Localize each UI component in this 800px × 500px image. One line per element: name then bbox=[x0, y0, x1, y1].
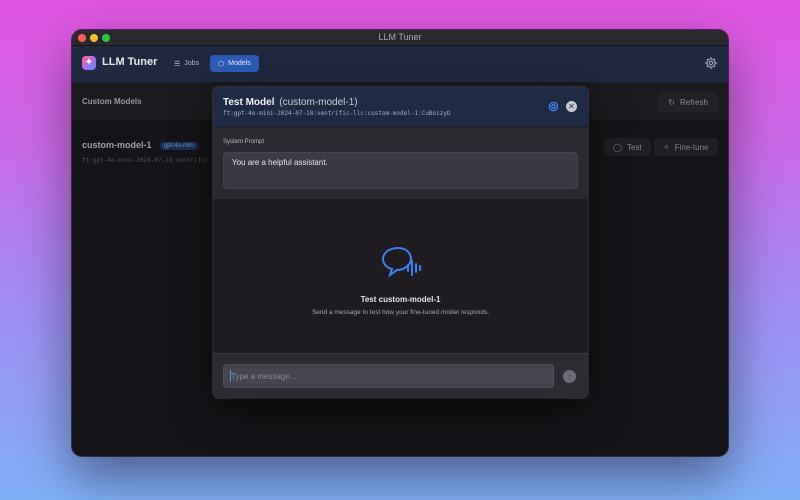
dialog-title-text: Test Model bbox=[223, 97, 275, 108]
nav-models-label: Models bbox=[228, 60, 251, 67]
message-input[interactable] bbox=[223, 364, 554, 388]
dialog-header: Test Model (custom-model-1) ft:gpt-4o-mi… bbox=[213, 87, 588, 127]
test-model-dialog: Test Model (custom-model-1) ft:gpt-4o-mi… bbox=[213, 87, 588, 398]
send-button[interactable]: ↑ bbox=[563, 370, 576, 383]
text-caret bbox=[230, 370, 231, 382]
cube-icon: ⬡ bbox=[218, 60, 225, 68]
dialog-settings-icon[interactable] bbox=[548, 101, 559, 112]
list-icon: ☰ bbox=[174, 60, 181, 68]
empty-state-description: Send a message to test how your fine-tun… bbox=[311, 309, 490, 316]
dialog-title: Test Model (custom-model-1) bbox=[223, 97, 358, 108]
app-name: LLM Tuner bbox=[102, 56, 158, 68]
nav-jobs-tab[interactable]: ☰ Jobs bbox=[166, 55, 207, 72]
settings-gear-icon[interactable] bbox=[704, 56, 718, 70]
chat-area: Test custom-model-1 Send a message to te… bbox=[213, 200, 588, 353]
dialog-model-name: (custom-model-1) bbox=[279, 97, 358, 108]
dialog-model-id: ft:gpt-4o-mini-2024-07-18:ventrific-llc:… bbox=[223, 110, 451, 117]
empty-state-title: Test custom-model-1 bbox=[360, 295, 441, 304]
app-toolbar: ✦ LLM Tuner ☰ Jobs ⬡ Models bbox=[72, 46, 728, 83]
system-prompt-section: System Prompt You are a helpful assistan… bbox=[213, 128, 588, 200]
chat-waveform-icon bbox=[381, 246, 421, 278]
dialog-close-button[interactable]: ✕ bbox=[566, 101, 577, 112]
title-bar: LLM Tuner bbox=[72, 30, 728, 46]
nav-jobs-label: Jobs bbox=[184, 60, 200, 67]
window-title: LLM Tuner bbox=[378, 32, 422, 42]
nav-models-tab[interactable]: ⬡ Models bbox=[210, 55, 259, 72]
app-logo-icon: ✦ bbox=[82, 56, 96, 70]
system-prompt-field[interactable]: You are a helpful assistant. bbox=[223, 152, 578, 189]
system-prompt-label: System Prompt bbox=[223, 139, 265, 145]
message-composer: ↑ bbox=[213, 353, 588, 398]
